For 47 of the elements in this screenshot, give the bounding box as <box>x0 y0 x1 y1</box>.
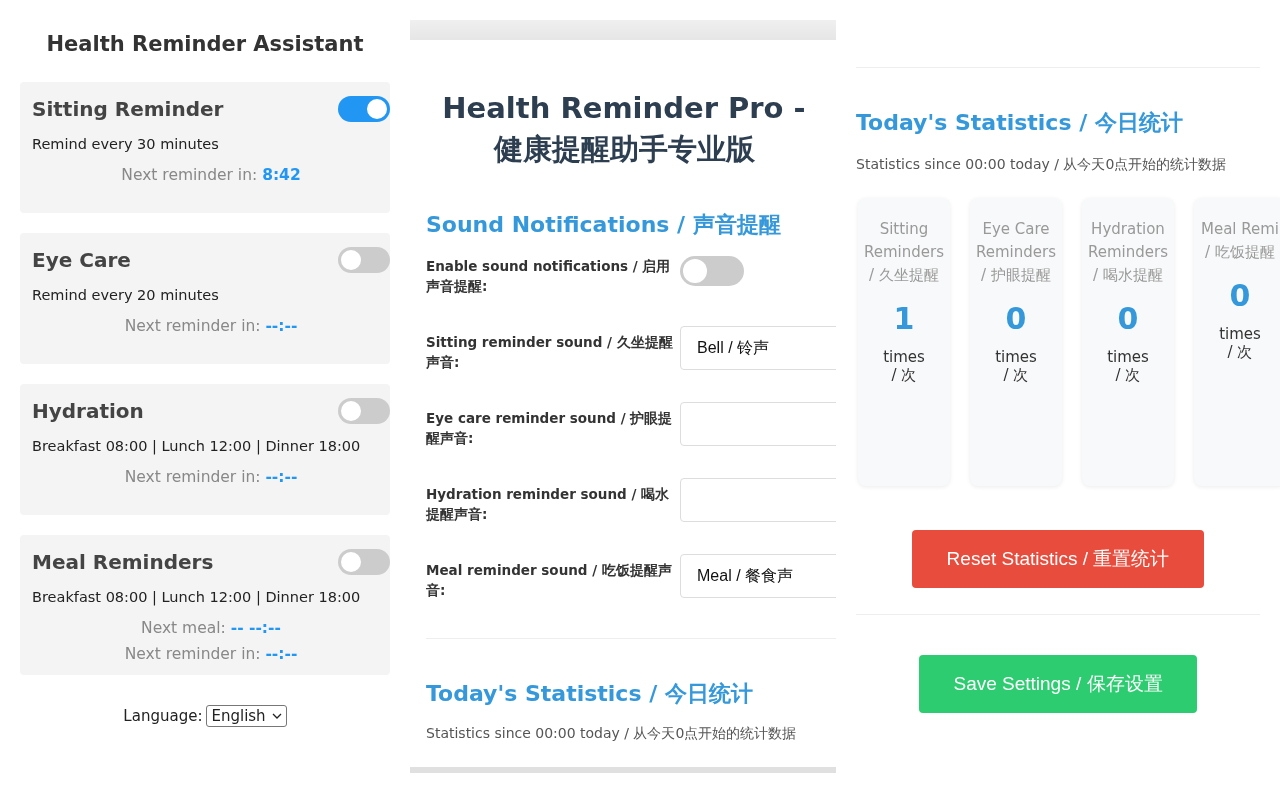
section-heading: Today's Statistics / 今日统计 <box>426 680 754 708</box>
stat-label: Eye Care Reminders / 护眼提醒 <box>975 219 1057 286</box>
stat-unit: times / 次 <box>882 348 926 385</box>
field-label: Meal reminder sound / 吃饭提醒声音: <box>426 561 673 600</box>
stat-count: 0 <box>1005 301 1027 336</box>
stat-unit: times / 次 <box>1106 348 1150 385</box>
toggle-switch[interactable] <box>680 256 744 286</box>
field-label: Enable sound notifications / 启用声音提醒: <box>426 257 672 296</box>
reminder-description: Breakfast 08:00 | Lunch 12:00 | Dinner 18:00 <box>32 438 362 454</box>
stat-count: 0 <box>1229 278 1251 313</box>
toggle-switch[interactable] <box>338 398 390 424</box>
page-title: Health Reminder Pro - 健康提醒助手专业版 <box>441 90 807 168</box>
stat-unit: times / 次 <box>994 348 1038 385</box>
language-label: Language: <box>123 707 203 725</box>
reminder-description: Remind every 30 minutes <box>32 136 220 152</box>
field-label: Eye care reminder sound / 护眼提醒声音: <box>426 409 674 448</box>
reminder-name: Hydration <box>32 399 144 423</box>
toggle-switch[interactable] <box>338 96 390 122</box>
field-label: Hydration reminder sound / 喝水提醒声音: <box>426 485 671 524</box>
toggle-switch[interactable] <box>338 549 390 575</box>
toggle-switch[interactable] <box>338 247 390 273</box>
reminder-name: Meal Reminders <box>32 550 214 574</box>
stat-count: 1 <box>893 301 915 336</box>
stat-label: Meal Remi / 吃饭提醒 <box>1199 219 1280 263</box>
section-heading: Today's Statistics / 今日统计 <box>856 109 1184 137</box>
field-label: Sitting reminder sound / 久坐提醒声音: <box>426 333 674 372</box>
next-reminder-text: Next reminder in: 8:42 <box>120 166 302 184</box>
reminder-description: Remind every 20 minutes <box>32 287 220 303</box>
next-reminder-text: Next meal: -- --:-- <box>140 619 282 637</box>
stat-unit: times / 次 <box>1218 325 1262 362</box>
language-select[interactable]: English <box>206 705 287 727</box>
sound-select[interactable]: Meal / 餐食声 <box>680 554 836 598</box>
app-title: Health Reminder Assistant <box>45 32 365 56</box>
stat-label: Hydration Reminders / 喝水提醒 <box>1087 219 1169 286</box>
reminder-description: Breakfast 08:00 | Lunch 12:00 | Dinner 18:00 <box>32 589 362 605</box>
section-subtitle: Statistics since 00:00 today / 从今天0点开始的统计数据 <box>856 156 1228 174</box>
stat-count: 0 <box>1117 301 1139 336</box>
stat-label: Sitting Reminders / 久坐提醒 <box>863 219 945 286</box>
reminder-name: Sitting Reminder <box>32 97 224 121</box>
caret-icon <box>271 713 282 719</box>
reminder-name: Eye Care <box>32 248 131 272</box>
section-heading: Sound Notifications / 声音提醒 <box>426 211 782 239</box>
next-reminder-text: Next reminder in: --:-- <box>123 317 299 335</box>
reset-statistics-button[interactable]: Reset Statistics / 重置统计 <box>912 530 1204 588</box>
next-reminder-text: Next reminder in: --:-- <box>123 468 299 486</box>
section-subtitle: Statistics since 00:00 today / 从今天0点开始的统计数据 <box>426 725 798 743</box>
next-reminder-text: Next reminder in: --:-- <box>123 645 299 663</box>
